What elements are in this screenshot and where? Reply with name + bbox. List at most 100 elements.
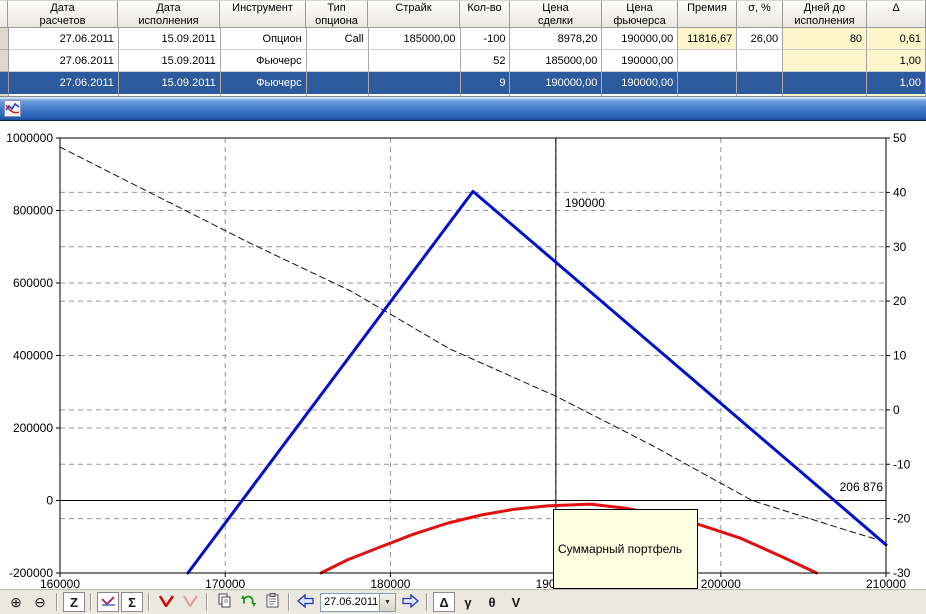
column-header[interactable]: Δ: [867, 0, 926, 28]
column-header[interactable]: Дней доисполнения: [783, 0, 867, 28]
column-header[interactable]: Страйк: [368, 0, 460, 28]
column-header[interactable]: Инструмент: [220, 0, 306, 28]
chevron-down-icon[interactable]: ▼: [379, 594, 395, 611]
vega-button[interactable]: V: [505, 592, 527, 612]
copy-button[interactable]: [213, 592, 235, 612]
separator: [148, 593, 150, 611]
table-cell[interactable]: [369, 50, 461, 72]
table-cell[interactable]: 27.06.2011: [9, 50, 119, 72]
column-header[interactable]: Кол-во: [460, 0, 510, 28]
table-cell[interactable]: 8978,20: [510, 28, 602, 50]
table-cell[interactable]: 1,00: [867, 72, 926, 94]
table-cell[interactable]: 185000,00: [369, 28, 461, 50]
crosshair-price-label: 190000: [565, 196, 605, 210]
chart-mode-button[interactable]: [97, 592, 119, 612]
separator: [206, 593, 208, 611]
y-right-tick-label: -10: [893, 457, 911, 471]
y-right-tick-label: 0: [893, 403, 900, 417]
table-cell[interactable]: 0,61: [867, 28, 926, 50]
sum-button[interactable]: Σ: [121, 592, 143, 612]
table-row[interactable]: 27.06.201115.09.2011ОпционCall185000,00-…: [0, 28, 926, 50]
delta-button[interactable]: Δ: [433, 592, 455, 612]
table-cell[interactable]: 11816,67: [678, 28, 737, 50]
zoom-out-button[interactable]: ⊖: [29, 592, 51, 612]
table-cell[interactable]: [369, 72, 461, 94]
positions-table: ДатарасчетовДатаисполненияИнструментТипо…: [0, 0, 926, 97]
table-cell[interactable]: 185000,00: [510, 50, 602, 72]
gamma-button[interactable]: γ: [457, 592, 479, 612]
next-date-button[interactable]: [399, 592, 421, 612]
y-left-tick-label: 200000: [13, 421, 53, 435]
table-cell[interactable]: [678, 72, 737, 94]
table-cell[interactable]: [307, 72, 369, 94]
table-cell[interactable]: 15.09.2011: [119, 28, 221, 50]
blue-line: [188, 191, 886, 573]
table-cell[interactable]: 190000,00: [602, 28, 678, 50]
arrow-right-icon: [401, 594, 419, 611]
column-header[interactable]: Ценафьючерса: [602, 0, 678, 28]
y-right-tick-label: 40: [893, 185, 907, 199]
red-check-icon: [159, 595, 174, 610]
payoff-chart[interactable]: 10000008000006000004000002000000-2000005…: [0, 121, 926, 589]
separator: [288, 593, 290, 611]
row-indicator[interactable]: [0, 28, 9, 50]
y-left-tick-label: 400000: [13, 349, 53, 363]
table-cell[interactable]: Call: [307, 28, 369, 50]
column-header[interactable]: Датарасчетов: [8, 0, 118, 28]
chart-tooltip: Суммарный портфель Фьючерс 190017.19 При…: [553, 509, 698, 589]
table-cell[interactable]: 1,00: [867, 50, 926, 72]
table-cell[interactable]: [783, 50, 867, 72]
light-check-icon: [183, 595, 198, 610]
row-indicator-header[interactable]: [0, 0, 8, 28]
prev-date-button[interactable]: [295, 592, 317, 612]
table-row[interactable]: 27.06.201115.09.2011Фьючерс9190000,00190…: [0, 72, 926, 94]
table-cell[interactable]: [678, 50, 737, 72]
table-cell[interactable]: [783, 72, 867, 94]
column-header[interactable]: Ценасделки: [510, 0, 602, 28]
table-cell[interactable]: [737, 50, 783, 72]
table-cell[interactable]: 27.06.2011: [9, 28, 119, 50]
table-cell[interactable]: 9: [461, 72, 511, 94]
check-red-button[interactable]: [155, 592, 177, 612]
x-tick-label: 210000: [866, 577, 906, 589]
table-cell[interactable]: 190000,00: [510, 72, 602, 94]
table-cell[interactable]: Фьючерс: [221, 72, 307, 94]
table-cell[interactable]: 27.06.2011: [9, 72, 119, 94]
refresh-button[interactable]: [237, 592, 259, 612]
column-header[interactable]: Премия: [678, 0, 737, 28]
table-cell[interactable]: -100: [461, 28, 511, 50]
table-cell[interactable]: 190000,00: [602, 50, 678, 72]
y-left-tick-label: 600000: [13, 276, 53, 290]
option-portfolio-window: ДатарасчетовДатаисполненияИнструментТипо…: [0, 0, 926, 614]
table-cell[interactable]: 80: [783, 28, 867, 50]
table-cell[interactable]: 26,00: [737, 28, 783, 50]
date-select[interactable]: 27.06.2011 ▼: [320, 593, 396, 612]
table-cell[interactable]: [307, 50, 369, 72]
column-header[interactable]: σ, %: [737, 0, 783, 28]
table-cell[interactable]: 15.09.2011: [119, 72, 221, 94]
column-header[interactable]: Датаисполнения: [118, 0, 220, 28]
z-button[interactable]: Z: [63, 592, 85, 612]
row-indicator[interactable]: [0, 72, 9, 94]
y-right-tick-label: -20: [893, 512, 911, 526]
table-cell[interactable]: Опцион: [221, 28, 307, 50]
check-light-button[interactable]: [179, 592, 201, 612]
zoom-in-button[interactable]: ⊕: [5, 592, 27, 612]
table-cell[interactable]: [737, 72, 783, 94]
table-cell[interactable]: 190000,00: [602, 72, 678, 94]
table-cell[interactable]: Фьючерс: [221, 50, 307, 72]
chart-plot[interactable]: 10000008000006000004000002000000-2000005…: [0, 121, 926, 589]
date-value: 27.06.2011: [321, 594, 379, 611]
table-row[interactable]: 27.06.201115.09.2011Фьючерс 52185000,0019…: [0, 50, 926, 72]
x-tick-label: 160000: [40, 577, 80, 589]
y-left-tick-label: 800000: [13, 204, 53, 218]
table-cell[interactable]: 15.09.2011: [119, 50, 221, 72]
paste-button[interactable]: [261, 592, 283, 612]
column-header[interactable]: Типопциона: [306, 0, 368, 28]
table-cell[interactable]: 52: [461, 50, 511, 72]
tooltip-title: Суммарный портфель: [558, 542, 693, 558]
y-right-tick-label: 20: [893, 294, 907, 308]
refresh-icon: [241, 594, 256, 611]
theta-button[interactable]: θ: [481, 592, 503, 612]
row-indicator[interactable]: [0, 50, 9, 72]
